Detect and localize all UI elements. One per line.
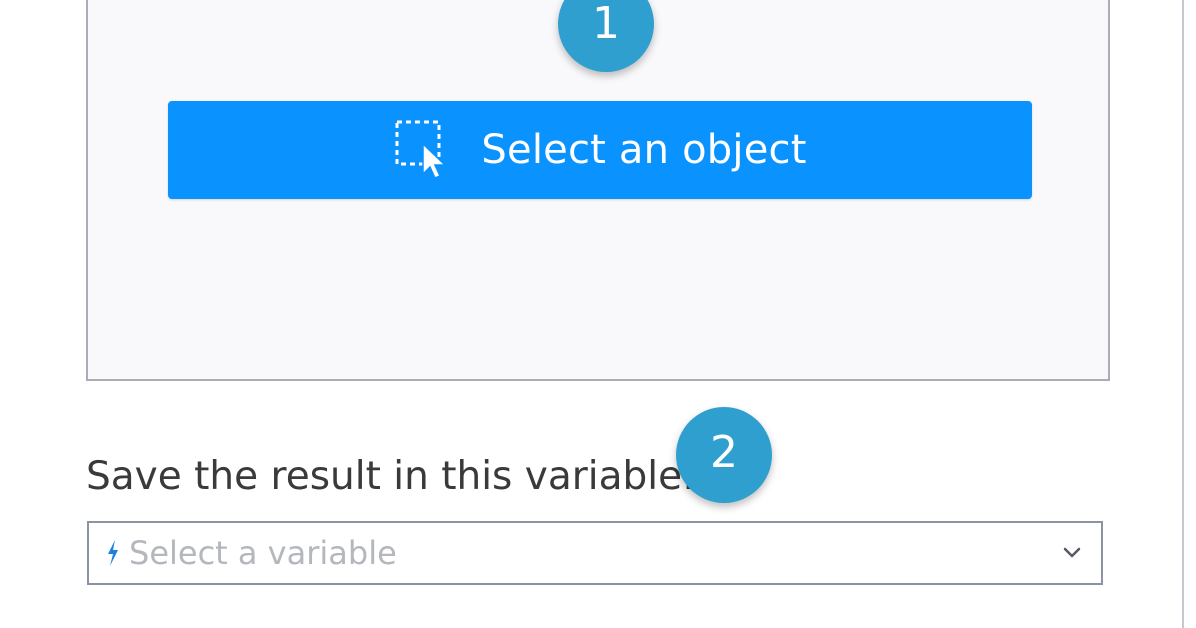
step-2-badge: 2: [676, 407, 772, 503]
variable-select-placeholder: Select a variable: [129, 534, 397, 572]
result-variable-label: Save the result in this variable:: [86, 454, 696, 499]
select-object-button-label: Select an object: [481, 127, 807, 173]
chevron-down-icon[interactable]: [1057, 538, 1087, 568]
step-1-number: 1: [592, 0, 620, 49]
variable-select-dropdown[interactable]: Select a variable: [87, 521, 1103, 585]
step-2-number: 2: [710, 427, 738, 478]
select-object-button[interactable]: Select an object: [168, 101, 1032, 199]
select-object-icon: [393, 118, 457, 182]
bolt-icon: [103, 537, 123, 569]
window-edge-divider: [1182, 0, 1184, 628]
